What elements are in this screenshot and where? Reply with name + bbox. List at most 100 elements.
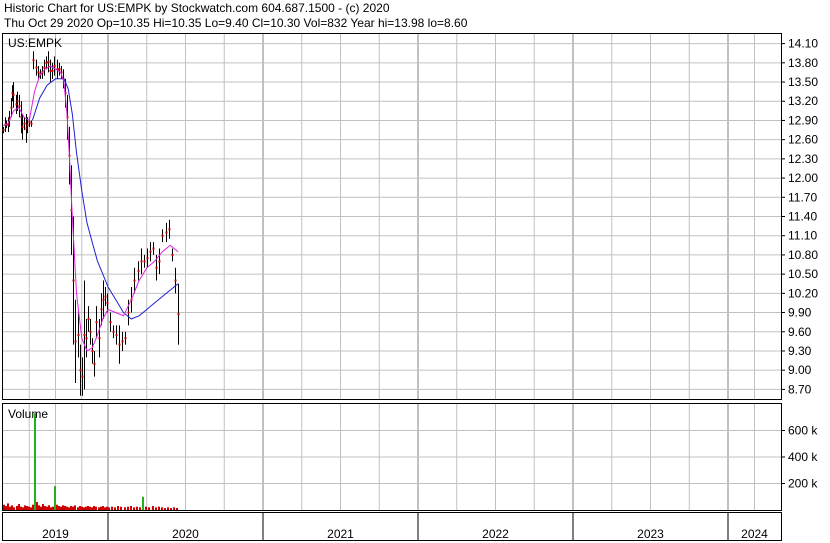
quote-line: Thu Oct 29 2020 Op=10.35 Hi=10.35 Lo=9.4… <box>4 16 468 30</box>
price-tick-label: 9.90 <box>788 306 812 320</box>
price-tick-label: 10.20 <box>788 286 818 300</box>
volume-bar <box>164 508 166 510</box>
close-mark <box>43 66 46 69</box>
close-mark <box>104 295 107 298</box>
volume-bar <box>30 507 32 510</box>
close-mark <box>58 68 61 71</box>
volume-bar <box>42 504 44 510</box>
close-mark <box>143 260 146 263</box>
volume-bar <box>44 506 46 510</box>
volume-bar <box>18 504 20 510</box>
volume-bar <box>127 506 129 510</box>
close-mark <box>49 69 52 72</box>
close-mark <box>93 362 96 365</box>
close-mark <box>28 121 31 124</box>
close-mark <box>98 337 101 340</box>
chart-title: Historic Chart for US:EMPK by Stockwatch… <box>4 1 390 15</box>
volume-bar <box>98 507 100 510</box>
volume-bar <box>95 506 97 510</box>
close-mark <box>91 349 94 352</box>
volume-bar <box>32 504 34 510</box>
volume-bar <box>40 506 42 510</box>
volume-bar <box>66 506 68 510</box>
volume-bar <box>139 507 141 510</box>
close-mark <box>79 369 82 372</box>
volume-bar <box>16 506 18 510</box>
volume-bar <box>120 506 122 510</box>
volume-bar <box>152 506 154 510</box>
volume-bar <box>3 504 5 510</box>
volume-bar <box>145 506 147 510</box>
volume-bar <box>36 502 38 510</box>
close-mark <box>83 333 86 336</box>
close-mark <box>47 60 50 63</box>
close-mark <box>161 234 164 237</box>
price-tick-label: 12.90 <box>788 113 818 127</box>
close-mark <box>89 330 92 333</box>
volume-bar <box>102 506 104 510</box>
volume-bar <box>77 507 79 510</box>
close-mark <box>35 66 38 69</box>
close-mark <box>102 298 105 301</box>
price-tick-label: 14.10 <box>788 37 818 51</box>
price-tick-label: 10.80 <box>788 248 818 262</box>
year-label: 2024 <box>741 527 768 541</box>
volume-bar <box>91 507 93 510</box>
volume-bar <box>161 507 163 510</box>
close-mark <box>106 301 109 304</box>
volume-bar <box>142 496 144 510</box>
volume-bar <box>50 507 52 510</box>
chart-background <box>0 0 830 543</box>
price-tick-label: 8.70 <box>788 382 812 396</box>
close-mark <box>115 333 118 336</box>
close-mark <box>177 313 180 316</box>
price-tick-label: 11.10 <box>788 229 817 243</box>
close-mark <box>18 105 21 108</box>
volume-bar <box>7 503 9 510</box>
close-mark <box>133 279 136 282</box>
close-mark <box>77 333 80 336</box>
volume-bar <box>89 506 91 510</box>
year-label: 2020 <box>172 527 199 541</box>
close-mark <box>87 317 90 320</box>
price-tick-label: 11.40 <box>788 210 817 224</box>
close-mark <box>45 61 48 64</box>
close-mark <box>74 340 77 343</box>
close-mark <box>53 65 56 68</box>
volume-bar <box>176 508 178 510</box>
volume-bar <box>87 506 89 510</box>
volume-bar <box>133 507 135 510</box>
volume-bar <box>83 507 85 510</box>
volume-bar <box>62 505 64 510</box>
volume-bar <box>46 506 48 510</box>
close-mark <box>30 122 33 125</box>
volume-bar <box>111 506 113 510</box>
volume-bar <box>173 507 175 510</box>
price-tick-label: 12.60 <box>788 133 818 147</box>
price-tick-label: 13.80 <box>788 56 818 70</box>
volume-bar <box>56 504 58 510</box>
close-mark <box>112 330 115 333</box>
year-label: 2023 <box>637 527 664 541</box>
volume-bar <box>148 507 150 510</box>
volume-bar <box>124 507 126 510</box>
close-mark <box>32 59 35 62</box>
close-mark <box>16 100 19 103</box>
volume-bar <box>26 506 28 510</box>
price-tick-label: 10.50 <box>788 267 818 281</box>
volume-tick-label: 200 k <box>788 477 818 491</box>
price-tick-label: 9.60 <box>788 325 812 339</box>
price-tick-label: 13.50 <box>788 75 818 89</box>
volume-bar <box>68 507 70 510</box>
volume-bar <box>20 506 22 510</box>
volume-bar <box>34 413 36 510</box>
volume-bar <box>13 507 15 510</box>
volume-tick-label: 600 k <box>788 424 818 438</box>
volume-bar <box>117 506 119 510</box>
close-mark <box>2 129 5 132</box>
close-mark <box>158 260 161 263</box>
volume-bar <box>100 506 102 510</box>
volume-bar <box>64 506 66 510</box>
volume-bar <box>54 486 56 510</box>
close-mark <box>165 231 168 234</box>
